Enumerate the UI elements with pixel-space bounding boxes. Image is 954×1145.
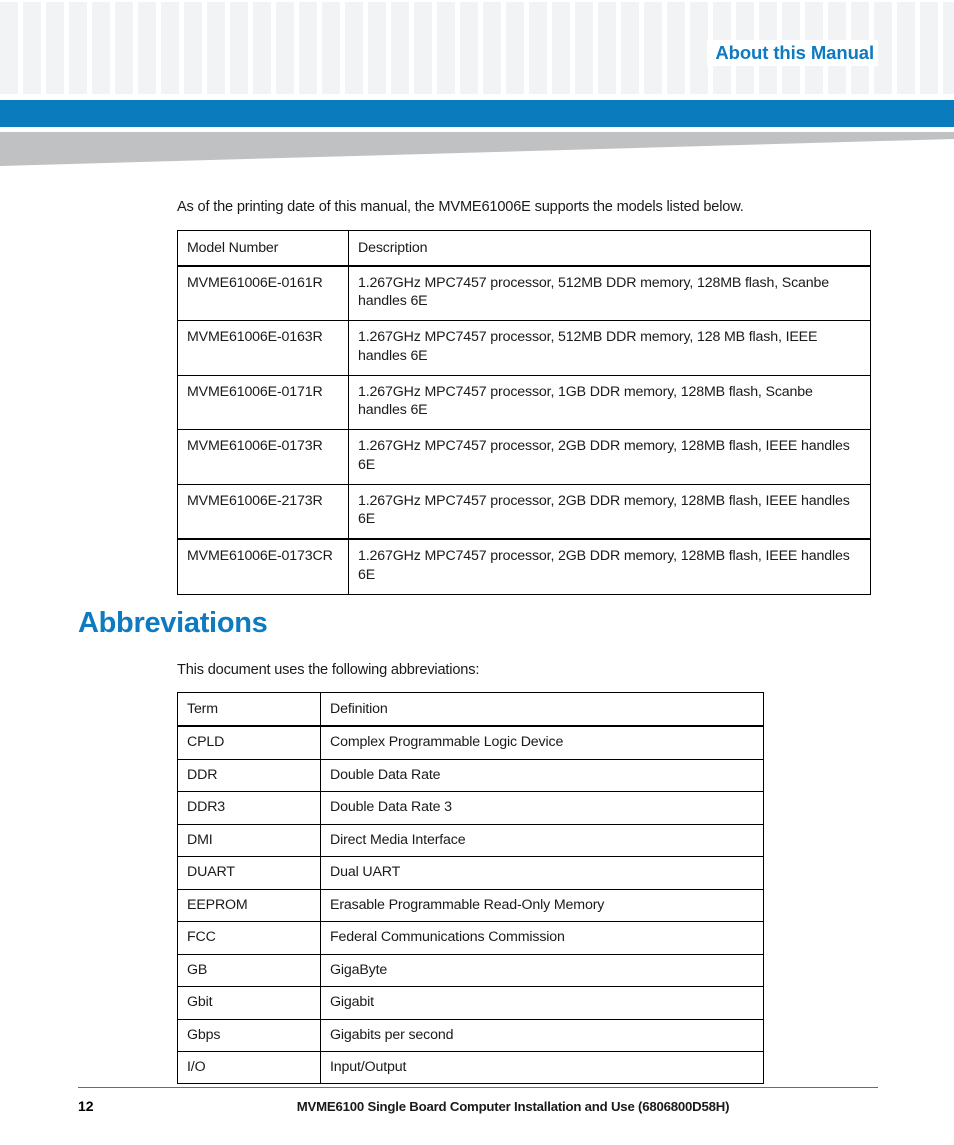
abbreviation-term-cell: DDR (177, 758, 321, 793)
model-description-cell: 1.267GHz MPC7457 processor, 1GB DDR memo… (348, 374, 871, 431)
table-row: MVME61006E-0173CR 1.267GHz MPC7457 proce… (177, 538, 871, 595)
table-row: EEPROM Erasable Programmable Read-Only M… (177, 888, 764, 923)
abbreviation-definition-cell: Double Data Rate 3 (320, 791, 764, 825)
table-row: MVME61006E-0173R 1.267GHz MPC7457 proces… (177, 429, 871, 485)
table-row: GB GigaByte (177, 953, 764, 988)
abbreviation-term-cell: I/O (177, 1050, 321, 1085)
abbreviation-term-cell: Gbps (177, 1018, 321, 1052)
table-row: Gbit Gigabit (177, 986, 764, 1020)
table-row: MVME61006E-2173R 1.267GHz MPC7457 proces… (177, 483, 871, 540)
model-description-cell: 1.267GHz MPC7457 processor, 2GB DDR memo… (348, 483, 871, 540)
table-row: I/O Input/Output (177, 1050, 764, 1085)
page-header-title: About this Manual (707, 40, 878, 67)
model-number-cell: MVME61006E-0171R (177, 374, 349, 431)
abbreviations-table-header-row: Term Definition (177, 692, 764, 728)
table-row: FCC Federal Communications Commission (177, 921, 764, 955)
model-number-cell: MVME61006E-0173CR (177, 538, 349, 595)
model-number-cell: MVME61006E-0173R (177, 429, 349, 485)
table-row: MVME61006E-0171R 1.267GHz MPC7457 proces… (177, 374, 871, 431)
models-table-header-model-number: Model Number (177, 229, 349, 267)
table-row: DDR3 Double Data Rate 3 (177, 791, 764, 825)
abbreviation-term-cell: DUART (177, 856, 321, 890)
intro-paragraph: As of the printing date of this manual, … (177, 198, 744, 215)
abbreviations-table-header-definition: Definition (320, 692, 764, 728)
model-number-cell: MVME61006E-2173R (177, 483, 349, 540)
footer-divider (78, 1087, 878, 1088)
abbreviation-definition-cell: Gigabit (320, 986, 764, 1020)
abbreviation-definition-cell: GigaByte (320, 953, 764, 988)
abbreviation-definition-cell: Erasable Programmable Read-Only Memory (320, 888, 764, 923)
abbreviation-definition-cell: Gigabits per second (320, 1018, 764, 1052)
table-row: MVME61006E-0161R 1.267GHz MPC7457 proces… (177, 265, 871, 322)
abbreviation-term-cell: Gbit (177, 986, 321, 1020)
page-header: About this Manual (0, 0, 954, 100)
model-description-cell: 1.267GHz MPC7457 processor, 2GB DDR memo… (348, 538, 871, 595)
abbreviation-definition-cell: Double Data Rate (320, 758, 764, 793)
footer-document-title: MVME6100 Single Board Computer Installat… (296, 1099, 730, 1114)
models-table-header-row: Model Number Description (177, 229, 871, 267)
abbreviations-table: Term Definition CPLD Complex Programmabl… (177, 692, 764, 1085)
models-table: Model Number Description MVME61006E-0161… (177, 229, 871, 595)
abbreviation-definition-cell: Complex Programmable Logic Device (320, 725, 764, 760)
table-row: DMI Direct Media Interface (177, 823, 764, 858)
abbreviation-definition-cell: Input/Output (320, 1050, 764, 1085)
abbreviation-term-cell: GB (177, 953, 321, 988)
abbreviation-definition-cell: Federal Communications Commission (320, 921, 764, 955)
table-row: MVME61006E-0163R 1.267GHz MPC7457 proces… (177, 320, 871, 376)
abbreviation-term-cell: FCC (177, 921, 321, 955)
model-number-cell: MVME61006E-0163R (177, 320, 349, 376)
table-row: Gbps Gigabits per second (177, 1018, 764, 1052)
table-row: CPLD Complex Programmable Logic Device (177, 725, 764, 760)
abbreviation-term-cell: DDR3 (177, 791, 321, 825)
model-description-cell: 1.267GHz MPC7457 processor, 2GB DDR memo… (348, 429, 871, 485)
table-row: DDR Double Data Rate (177, 758, 764, 793)
abbreviations-table-header-term: Term (177, 692, 321, 728)
model-description-cell: 1.267GHz MPC7457 processor, 512MB DDR me… (348, 320, 871, 376)
abbreviation-definition-cell: Dual UART (320, 856, 764, 890)
model-number-cell: MVME61006E-0161R (177, 265, 349, 322)
abbreviation-definition-cell: Direct Media Interface (320, 823, 764, 858)
models-table-header-description: Description (348, 229, 871, 267)
abbreviation-term-cell: EEPROM (177, 888, 321, 923)
abbreviation-term-cell: DMI (177, 823, 321, 858)
model-description-cell: 1.267GHz MPC7457 processor, 512MB DDR me… (348, 265, 871, 322)
header-gray-swoosh (0, 130, 954, 166)
abbreviation-term-cell: CPLD (177, 725, 321, 760)
table-row: DUART Dual UART (177, 856, 764, 890)
abbreviations-intro-paragraph: This document uses the following abbrevi… (177, 661, 480, 678)
page-title: Abbreviations (78, 607, 268, 640)
header-blue-bar (0, 100, 954, 127)
